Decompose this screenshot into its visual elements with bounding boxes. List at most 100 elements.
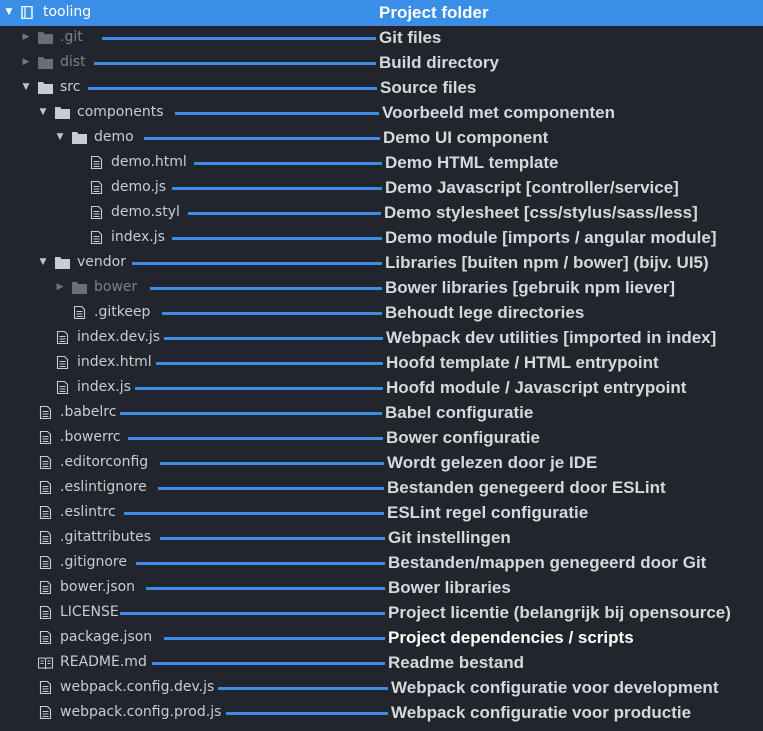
- file-icon: [55, 356, 70, 369]
- chevron-down-icon[interactable]: ▼: [20, 75, 32, 100]
- annotation-label: Demo module [imports / angular module]: [385, 228, 717, 247]
- connector-line: [158, 487, 384, 490]
- chevron-down-icon[interactable]: ▼: [37, 250, 49, 275]
- tree-item-label: package.json: [60, 629, 153, 645]
- connector-line: [120, 612, 385, 615]
- file-icon: [38, 706, 53, 719]
- annotation-label: Project folder: [379, 3, 489, 22]
- annotation-label: Webpack dev utilities [imported in index…: [386, 328, 717, 347]
- connector-line: [188, 212, 381, 215]
- tree-row-vendor[interactable]: ▼ vendor Libraries [buiten npm / bower] …: [0, 250, 763, 275]
- annotation-label: Git instellingen: [388, 528, 511, 547]
- connector-line: [132, 262, 382, 265]
- tree-item-label: bower.json: [60, 579, 136, 595]
- tree-row-eslintrc[interactable]: .eslintrc ESLint regel configuratie: [0, 500, 763, 525]
- annotation-label: Demo HTML template: [385, 153, 559, 172]
- tree-row-bower[interactable]: ▶ bower Bower libraries [gebruik npm lie…: [0, 275, 763, 300]
- annotation-label: Webpack configuratie voor productie: [391, 703, 692, 722]
- annotation-label: Webpack configuratie voor development: [391, 678, 719, 697]
- annotation-label: Demo UI component: [383, 128, 549, 147]
- tree-row-index-js[interactable]: index.js Hoofd module / Javascript entry…: [0, 375, 763, 400]
- tree-item-label: .eslintignore: [60, 479, 147, 495]
- annotation-label: Babel configuratie: [385, 403, 534, 422]
- annotation-label: Git files: [379, 28, 442, 47]
- file-icon: [89, 181, 104, 194]
- tree-item-label: demo: [94, 129, 134, 145]
- file-icon: [38, 556, 53, 569]
- tree-item-label: dist: [60, 54, 86, 70]
- tree-item-label: .gitignore: [60, 554, 127, 570]
- annotation-label: Hoofd module / Javascript entrypoint: [386, 378, 687, 397]
- connector-line: [175, 112, 379, 115]
- connector-line: [162, 312, 382, 315]
- chevron-down-icon[interactable]: ▼: [54, 125, 66, 150]
- book-icon: [38, 656, 53, 669]
- connector-line: [88, 87, 377, 90]
- folder-icon: [38, 56, 53, 69]
- chevron-right-icon[interactable]: ▶: [20, 25, 32, 50]
- file-icon: [38, 606, 53, 619]
- tree-item-label: src: [60, 79, 81, 95]
- annotation-label: Project licentie (belangrijk bij opensou…: [388, 603, 731, 622]
- tree-row-webpack-config-prod[interactable]: webpack.config.prod.js Webpack configura…: [0, 700, 763, 725]
- tree-row-demo-html[interactable]: demo.html Demo HTML template: [0, 150, 763, 175]
- tree-item-label: .gitattributes: [60, 529, 152, 545]
- tree-row-src[interactable]: ▼ src Source files: [0, 75, 763, 100]
- tree-row-dist[interactable]: ▶ dist Build directory: [0, 50, 763, 75]
- connector-line: [226, 712, 388, 715]
- chevron-right-icon[interactable]: ▶: [54, 275, 66, 300]
- chevron-right-icon[interactable]: ▶: [20, 50, 32, 75]
- tree-row-babelrc[interactable]: .babelrc Babel configuratie: [0, 400, 763, 425]
- connector-line: [146, 587, 385, 590]
- file-icon: [38, 456, 53, 469]
- tree-row-gitattributes[interactable]: .gitattributes Git instellingen: [0, 525, 763, 550]
- tree-item-label: .gitkeep: [94, 304, 151, 320]
- tree-row-git[interactable]: ▶ .git Git files: [0, 25, 763, 50]
- annotation-label: Demo stylesheet [css/stylus/sass/less]: [384, 203, 698, 222]
- tree-row-bowerrc[interactable]: .bowerrc Bower configuratie: [0, 425, 763, 450]
- tree-row-components[interactable]: ▼ components Voorbeeld met componenten: [0, 100, 763, 125]
- chevron-down-icon[interactable]: ▼: [37, 100, 49, 125]
- chevron-down-icon[interactable]: ▼: [3, 0, 15, 25]
- tree-row-demo-js[interactable]: demo.js Demo Javascript [controller/serv…: [0, 175, 763, 200]
- connector-line: [152, 662, 385, 665]
- tree-row-bower-json[interactable]: bower.json Bower libraries: [0, 575, 763, 600]
- tree-row-demo-index-js[interactable]: index.js Demo module [imports / angular …: [0, 225, 763, 250]
- connector-line: [135, 387, 383, 390]
- tree-row-gitkeep[interactable]: .gitkeep Behoudt lege directories: [0, 300, 763, 325]
- annotation-label: Readme bestand: [388, 653, 525, 672]
- tree-item-label: bower: [94, 279, 138, 295]
- tree-item-label: demo.html: [111, 154, 187, 170]
- connector-line: [128, 437, 383, 440]
- tree-row-index-dev-js[interactable]: index.dev.js Webpack dev utilities [impo…: [0, 325, 763, 350]
- connector-line: [102, 37, 376, 40]
- folder-icon: [72, 281, 87, 294]
- connector-line: [150, 287, 382, 290]
- file-icon: [38, 631, 53, 644]
- tree-row-editorconfig[interactable]: .editorconfig Wordt gelezen door je IDE: [0, 450, 763, 475]
- connector-line: [164, 337, 383, 340]
- tree-row-tooling[interactable]: ▼ tooling Project folder: [0, 0, 763, 25]
- tree-row-demo-styl[interactable]: demo.styl Demo stylesheet [css/stylus/sa…: [0, 200, 763, 225]
- file-icon: [38, 681, 53, 694]
- tree-item-label: webpack.config.dev.js: [60, 679, 215, 695]
- file-icon: [89, 206, 104, 219]
- tree-row-eslintignore[interactable]: .eslintignore Bestanden genegeerd door E…: [0, 475, 763, 500]
- tree-row-gitignore[interactable]: .gitignore Bestanden/mappen genegeerd do…: [0, 550, 763, 575]
- folder-icon: [72, 131, 87, 144]
- file-icon: [38, 406, 53, 419]
- tree-item-label: demo.styl: [111, 204, 180, 220]
- tree-row-license[interactable]: LICENSE Project licentie (belangrijk bij…: [0, 600, 763, 625]
- annotation-label: Source files: [380, 78, 477, 97]
- file-icon: [38, 431, 53, 444]
- tree-row-index-html[interactable]: index.html Hoofd template / HTML entrypo…: [0, 350, 763, 375]
- tree-item-label: vendor: [77, 254, 126, 270]
- tree-row-readme[interactable]: README.md Readme bestand: [0, 650, 763, 675]
- folder-icon: [38, 31, 53, 44]
- tree-row-webpack-config-dev[interactable]: webpack.config.dev.js Webpack configurat…: [0, 675, 763, 700]
- tree-row-package-json[interactable]: package.json Project dependencies / scri…: [0, 625, 763, 650]
- tree-item-label: index.html: [77, 354, 152, 370]
- tree-row-demo[interactable]: ▼ demo Demo UI component: [0, 125, 763, 150]
- tree-item-label: tooling: [43, 4, 92, 20]
- tree-item-label: index.dev.js: [77, 329, 161, 345]
